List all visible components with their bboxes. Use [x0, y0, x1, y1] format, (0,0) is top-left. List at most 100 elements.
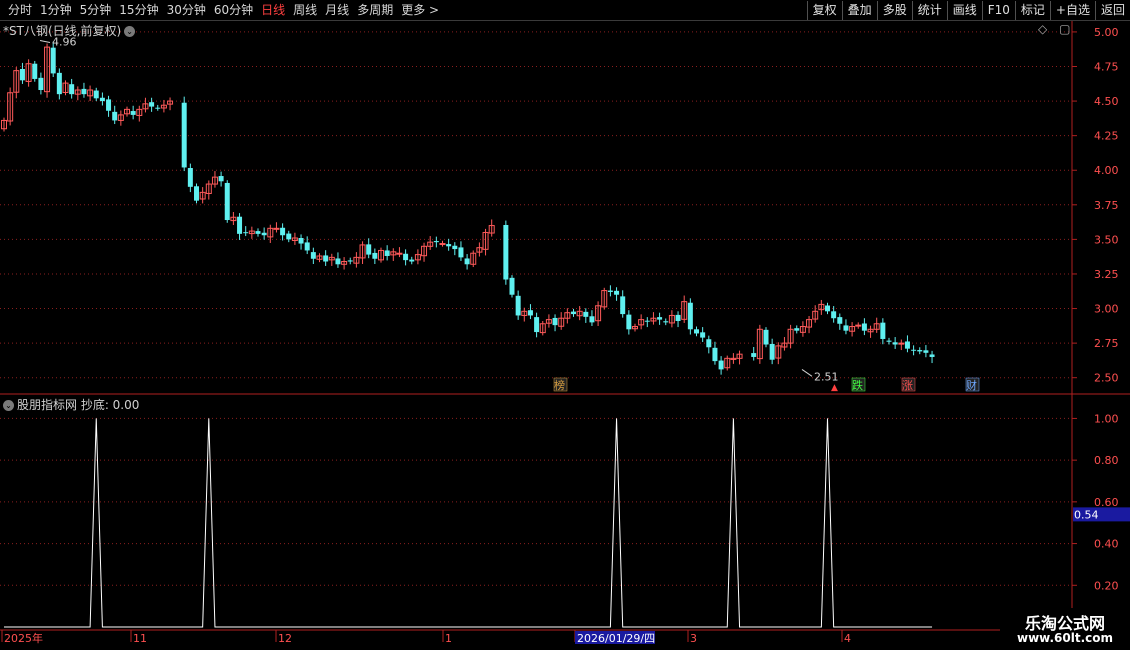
candle-down [763, 329, 769, 345]
candle-down [310, 252, 316, 259]
period-tab[interactable]: 多周期 [353, 0, 397, 20]
period-toolbar: 分时 1分钟 5分钟 15分钟 30分钟 60分钟 日线 周线 月线 多周期 更多 > 复权 叠加 多股… [0, 0, 1130, 21]
candle-down [323, 255, 329, 262]
chevron-down-icon[interactable]: ⌄ [124, 26, 136, 37]
candle-down [552, 317, 558, 326]
diamond-icon[interactable]: ◇ [1038, 22, 1047, 36]
period-tab[interactable]: 日线 [257, 0, 289, 20]
candle-down [614, 290, 620, 295]
period-tab[interactable]: 60分钟 [210, 0, 257, 20]
candle-down [130, 111, 136, 115]
candle-down [929, 354, 935, 357]
candle-down [769, 343, 775, 360]
candle-down [19, 68, 25, 81]
toolbar-button[interactable]: 多股 [876, 1, 912, 20]
candle-up [396, 252, 403, 255]
candle-down [880, 322, 886, 339]
event-marker[interactable]: 涨 [902, 379, 913, 392]
candle-up [898, 342, 905, 345]
toolbar-button[interactable]: 复权 [806, 1, 842, 20]
stock-title: *ST八钢(日线,前复权) [3, 24, 122, 38]
main-panel-title[interactable]: *ST八钢(日线,前复权) ⌄ [3, 22, 136, 39]
candle-down [372, 252, 378, 259]
candle-down [298, 238, 304, 244]
candle-down [751, 353, 757, 357]
candle-down [464, 258, 470, 265]
candle-down [347, 260, 353, 262]
candle-down [886, 340, 892, 342]
candle-down [571, 311, 576, 315]
candle-down [657, 317, 663, 320]
candle-down [93, 90, 99, 99]
up-arrow-icon: ▲ [831, 383, 838, 393]
event-marker[interactable]: 榜 [554, 378, 565, 392]
candle-down [843, 325, 849, 331]
candle-down [706, 339, 712, 348]
price-tick-label: 3.50 [1094, 233, 1119, 246]
candle-down [181, 102, 187, 168]
candle-down [712, 347, 718, 362]
toolbar-button[interactable]: 统计 [911, 1, 947, 20]
period-tab[interactable]: 分时 [4, 0, 36, 20]
period-tab[interactable]: 周线 [289, 0, 321, 20]
high-price-pointer [39, 39, 51, 43]
price-tick-label: 3.25 [1094, 268, 1119, 281]
candle-down [515, 295, 521, 316]
indicator-tick-label: 1.00 [1094, 412, 1119, 425]
candle-down [112, 111, 118, 121]
candle-down [224, 182, 230, 221]
period-tab[interactable]: 1分钟 [36, 0, 76, 20]
price-tick-label: 4.00 [1094, 164, 1119, 177]
period-tab[interactable]: 30分钟 [163, 0, 210, 20]
indicator-tick-label: 0.40 [1094, 538, 1119, 551]
candle-down [446, 244, 452, 247]
indicator-title: 股朋指标网 抄底: 0.00 [17, 398, 140, 412]
candle-down [56, 72, 62, 95]
candle-down [583, 311, 589, 317]
time-axis-label: 4 [844, 632, 851, 645]
candle-down [527, 310, 533, 316]
period-tab[interactable]: 月线 [321, 0, 353, 20]
chevron-down-icon[interactable]: ⌄ [3, 400, 14, 411]
candle-down [243, 232, 249, 234]
candle-down [675, 314, 681, 321]
kline-chart[interactable]: 5.00 4.75 4.50 4.25 4.00 3.75 3.50 3.25 3.00 2.75… [0, 21, 1130, 650]
event-marker[interactable]: 财 [966, 378, 977, 392]
candle-down [904, 341, 910, 349]
candle-down [911, 349, 917, 351]
candle-down [280, 227, 286, 236]
candle-down [409, 259, 415, 262]
time-axis-label: 11 [133, 632, 147, 645]
candle-up [439, 243, 446, 246]
watermark-url: www.60lt.com [1016, 631, 1114, 645]
toolbar-button[interactable]: F10 [981, 1, 1015, 20]
window-icon[interactable]: ▢ [1059, 22, 1070, 36]
price-tick-label: 3.00 [1094, 303, 1119, 316]
candle-up [273, 227, 280, 230]
toolbar-button[interactable]: 标记 [1014, 1, 1050, 20]
toolbar-button[interactable]: 返回 [1094, 1, 1130, 20]
candle-down [687, 302, 693, 330]
time-axis-label: 3 [690, 632, 697, 645]
period-tab[interactable]: 15分钟 [115, 0, 162, 20]
period-tab[interactable]: 5分钟 [76, 0, 116, 20]
price-tick-label: 3.75 [1094, 199, 1119, 212]
toolbar-button[interactable]: +自选 [1049, 1, 1095, 20]
candle-down [106, 99, 112, 111]
toolbar-button[interactable]: 叠加 [841, 1, 877, 20]
candle-down [99, 97, 105, 102]
toolbar-button[interactable]: 画线 [946, 1, 982, 20]
candle-down [620, 296, 626, 315]
candle-down [626, 314, 632, 330]
panel-control-icons[interactable]: ◇ ▢ [1038, 22, 1070, 36]
watermark: 乐淘公式网 www.60lt.com [1000, 608, 1130, 650]
candle-down [433, 241, 439, 243]
candle-down [718, 360, 724, 370]
candle-down [663, 321, 669, 323]
candle-down [403, 253, 409, 261]
indicator-panel-title[interactable]: ⌄ 股朋指标网 抄底: 0.00 [3, 396, 139, 413]
candle-down [700, 332, 706, 338]
period-tab[interactable]: 更多 > [397, 0, 443, 20]
candle-down [81, 88, 87, 95]
event-marker[interactable]: 跌 [852, 378, 863, 392]
